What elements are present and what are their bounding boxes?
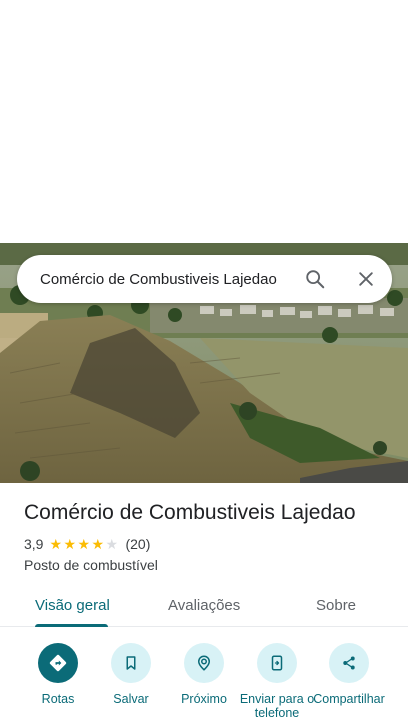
directions-button[interactable]: Rotas [18,643,98,722]
nearby-label: Próximo [181,692,227,706]
search-icon[interactable] [295,259,335,299]
save-button[interactable]: Salvar [91,643,171,722]
close-icon[interactable] [346,259,386,299]
star-icon: ★ [77,536,91,552]
tab-overview[interactable]: Visão geral [35,597,110,614]
nearby-button[interactable]: Próximo [164,643,244,722]
search-bar[interactable]: Comércio de Combustiveis Lajedao [17,255,392,303]
share-icon[interactable] [329,643,369,683]
star-icon: ★ [63,536,77,552]
directions-icon[interactable] [38,643,78,683]
tab-bar: Visão geral Avaliações Sobre [0,587,408,627]
star-icon: ★ [49,536,63,552]
rating-value: 3,9 [24,536,44,552]
place-title: Comércio de Combustiveis Lajedao [24,501,356,524]
directions-label: Rotas [41,692,75,706]
share-button[interactable]: Compartilhar [309,643,389,722]
rating-stars: ★ ★ ★ ★ ★ [49,537,119,551]
nearby-icon[interactable] [184,643,224,683]
save-label: Salvar [113,692,149,706]
place-details-panel: Comércio de Combustiveis Lajedao 3,9 ★ ★… [0,483,408,726]
bookmark-icon[interactable] [111,643,151,683]
tab-about[interactable]: Sobre [316,597,356,614]
rating-row[interactable]: 3,9 ★ ★ ★ ★ ★ (20) [24,536,150,552]
review-count[interactable]: (20) [125,536,150,552]
action-buttons: Rotas Salvar Próximo Enviar para o telef… [0,643,408,726]
active-tab-indicator [35,624,108,627]
map-blank-area [0,0,408,243]
place-category: Posto de combustível [24,557,158,573]
star-icon: ★ [91,536,105,552]
search-query-text[interactable]: Comércio de Combustiveis Lajedao [40,271,295,288]
send-to-phone-button[interactable]: Enviar para o telefone [237,643,317,722]
tab-reviews[interactable]: Avaliações [168,597,240,614]
send-to-phone-icon[interactable] [257,643,297,683]
star-empty-icon: ★ [105,536,119,552]
send-to-phone-label: Enviar para o telefone [239,692,315,720]
share-label: Compartilhar [313,692,385,706]
